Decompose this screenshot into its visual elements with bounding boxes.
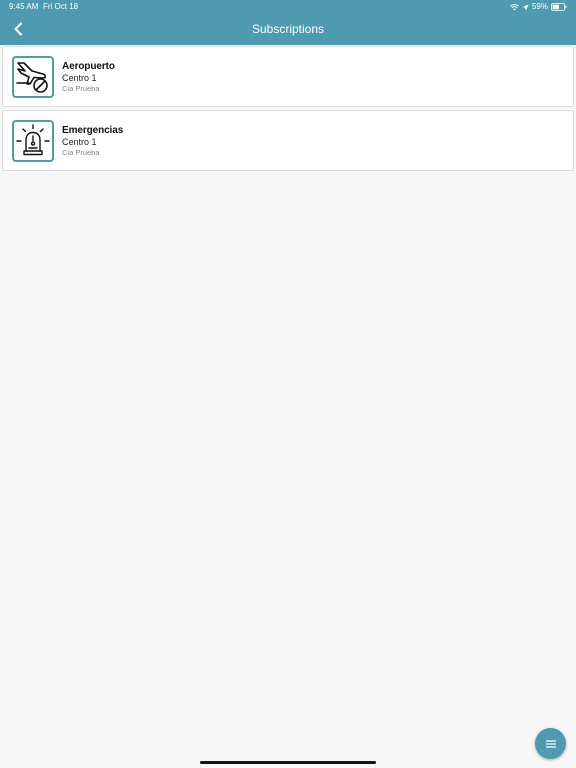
home-indicator (200, 761, 376, 764)
wifi-icon (510, 3, 519, 10)
subscription-org: Cia Prueba (62, 148, 100, 157)
subscription-title: Aeropuerto (62, 61, 115, 72)
subscription-text: Aeropuerto Centro 1 Cia Prueba (62, 61, 115, 94)
subscription-text: Emergencias Centro 1 Cia Prueba (62, 125, 123, 158)
siren-icon (12, 120, 54, 162)
battery-percent: 59% (531, 2, 548, 11)
menu-icon (545, 739, 556, 748)
menu-fab-button[interactable] (535, 728, 566, 759)
subscription-subtitle: Centro 1 (62, 137, 97, 147)
battery-icon (551, 3, 567, 11)
subscription-item-emergencias[interactable]: Emergencias Centro 1 Cia Prueba (2, 110, 574, 171)
subscription-item-aeropuerto[interactable]: Aeropuerto Centro 1 Cia Prueba (2, 46, 574, 107)
status-bar: 9:45 AM Fri Oct 18 59% (0, 0, 576, 14)
status-indicators: 59% (510, 0, 567, 14)
location-arrow-icon (522, 4, 529, 10)
no-flights-icon (12, 56, 54, 98)
status-time: 9:45 AM (9, 2, 39, 11)
app-header: 9:45 AM Fri Oct 18 59% Subscriptions (0, 0, 576, 45)
subscription-title: Emergencias (62, 125, 124, 136)
subscription-list: Aeropuerto Centro 1 Cia Prueba Emergenci… (2, 46, 574, 174)
status-date: Fri Oct 18 (43, 2, 79, 11)
subscription-org: Cia Prueba (62, 84, 100, 93)
page-title: Subscriptions (251, 22, 325, 36)
subscription-subtitle: Centro 1 (62, 73, 97, 83)
